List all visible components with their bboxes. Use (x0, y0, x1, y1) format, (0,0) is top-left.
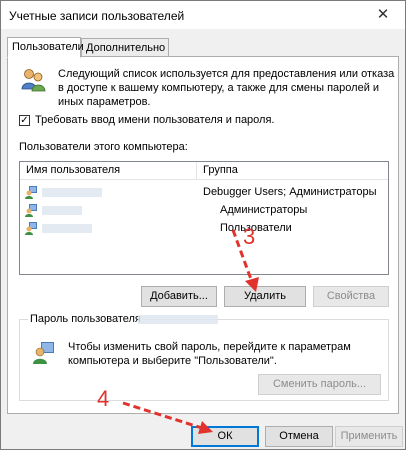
tab-advanced[interactable]: Дополнительно (81, 38, 169, 57)
user-accounts-dialog: Учетные записи пользователей ✕ Пользоват… (0, 0, 406, 450)
user-group: Администраторы (220, 204, 308, 216)
change-password-button[interactable]: Сменить пароль... (258, 374, 381, 395)
password-group-label: Пароль пользователя (28, 313, 143, 325)
password-text-line-2: компьютера и выберите "Пользователи". (68, 355, 277, 367)
user-icon (25, 186, 37, 199)
user-group: Debugger Users; Администраторы (203, 186, 377, 198)
intro-text-line-3: иных параметров. (58, 96, 151, 108)
column-separator (196, 162, 197, 179)
users-list[interactable]: Имя пользователя Группа Debugger Users; … (19, 161, 389, 275)
user-icon (25, 222, 37, 235)
remove-user-button[interactable]: Удалить (224, 286, 306, 307)
cancel-button[interactable]: Отмена (265, 426, 333, 447)
table-row[interactable]: Администраторы (20, 202, 388, 219)
title-bar: Учетные записи пользователей ✕ (1, 1, 405, 29)
require-password-checkbox[interactable]: ✓ (19, 115, 30, 126)
table-row[interactable]: Пользователи (20, 220, 388, 237)
user-password-icon (33, 342, 54, 364)
user-icon (25, 204, 37, 217)
table-row[interactable]: Debugger Users; Администраторы (20, 184, 388, 201)
redacted-username (42, 188, 102, 197)
properties-button[interactable]: Свойства (313, 286, 389, 307)
annotation-number-4: 4 (97, 386, 110, 411)
add-user-button[interactable]: Добавить... (141, 286, 217, 307)
ok-button[interactable]: ОК (191, 426, 259, 447)
redacted-username (138, 315, 218, 324)
tab-users[interactable]: Пользователи (7, 37, 84, 58)
window-title: Учетные записи пользователей (9, 9, 185, 23)
intro-text-line-2: в доступе к вашему компьютеру, а также д… (58, 82, 380, 94)
redacted-username (42, 224, 92, 233)
user-group: Пользователи (220, 222, 292, 234)
users-icon (21, 69, 46, 92)
annotation-number-3: 3 (243, 224, 256, 249)
column-header-username[interactable]: Имя пользователя (26, 164, 120, 176)
apply-button[interactable]: Применить (335, 426, 403, 447)
users-section-label: Пользователи этого компьютера: (19, 141, 188, 153)
column-header-group[interactable]: Группа (203, 164, 238, 176)
tab-panel-users: Следующий список используется для предос… (7, 56, 399, 414)
list-header: Имя пользователя Группа (20, 162, 388, 180)
close-button[interactable]: ✕ (361, 1, 405, 29)
require-password-label: Требовать ввод имени пользователя и паро… (35, 114, 275, 126)
password-text-line-1: Чтобы изменить свой пароль, перейдите к … (68, 341, 351, 353)
redacted-username (42, 206, 82, 215)
intro-text-line-1: Следующий список используется для предос… (58, 68, 395, 80)
password-group: Пароль пользователя Чтобы изменить свой … (19, 313, 389, 401)
